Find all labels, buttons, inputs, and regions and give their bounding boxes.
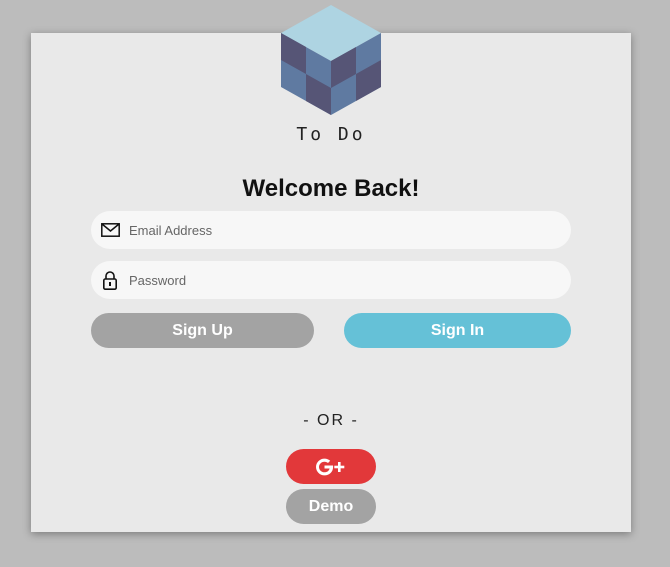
demo-button[interactable]: Demo: [286, 489, 376, 524]
app-name: To Do: [296, 124, 366, 145]
envelope-icon: [100, 220, 120, 240]
google-plus-icon: [316, 458, 345, 475]
sign-in-button[interactable]: Sign In: [344, 313, 571, 348]
cube-logo-icon: [281, 5, 381, 115]
password-field[interactable]: [91, 261, 571, 299]
password-input[interactable]: [129, 265, 571, 295]
google-sign-in-button[interactable]: [286, 449, 376, 484]
or-divider: - OR -: [303, 412, 359, 429]
email-field[interactable]: [91, 211, 571, 249]
lock-icon: [100, 270, 120, 290]
page-title: Welcome Back!: [242, 175, 420, 202]
email-input[interactable]: [129, 215, 571, 245]
sign-up-button[interactable]: Sign Up: [91, 313, 314, 348]
